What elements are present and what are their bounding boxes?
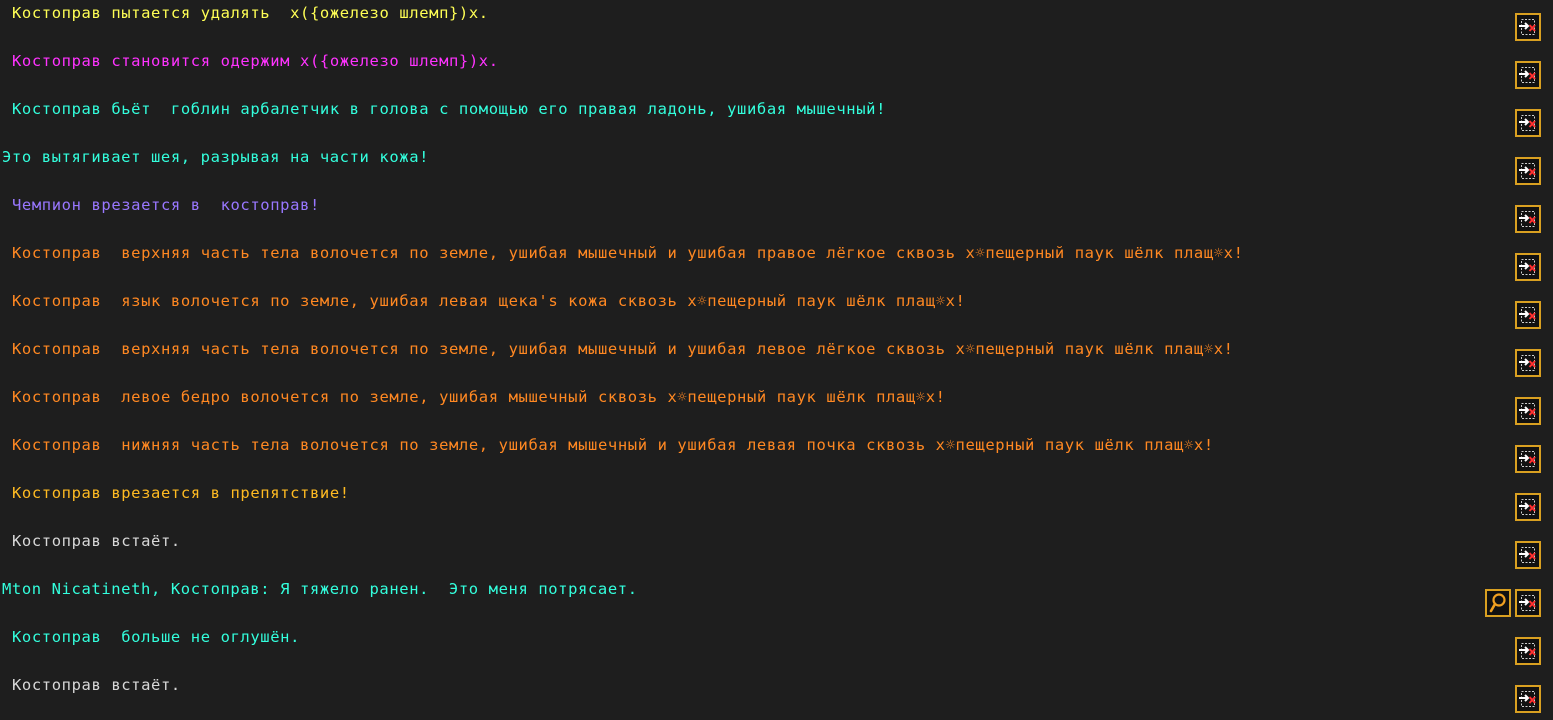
log-entry-text: Костоправ нижняя часть тела волочется по… bbox=[12, 436, 1214, 454]
log-entry: Костоправ больше не оглушён. bbox=[0, 624, 1553, 672]
log-entry: Костоправ встаёт. bbox=[0, 528, 1553, 576]
log-entry-text: Костоправ становится одержим x({ожелезо … bbox=[12, 52, 499, 70]
log-entry-text: Костоправ больше не оглушён. bbox=[12, 628, 301, 646]
log-entry: Костоправ левое бедро волочется по земле… bbox=[0, 384, 1553, 432]
delete-report-button[interactable] bbox=[1515, 157, 1541, 185]
delete-report-button[interactable] bbox=[1515, 253, 1541, 281]
delete-report-icon bbox=[1519, 211, 1536, 227]
delete-report-icon bbox=[1519, 547, 1536, 563]
log-entry-text: Костоправ левое бедро волочется по земле… bbox=[12, 388, 946, 406]
delete-report-icon bbox=[1519, 451, 1536, 467]
log-entry-text: Чемпион врезается в костоправ! bbox=[12, 196, 320, 214]
log-entry: Костоправ становится одержим x({ожелезо … bbox=[0, 48, 1553, 96]
delete-report-icon bbox=[1519, 67, 1536, 83]
log-entry-text: Костоправ встаёт. bbox=[12, 532, 181, 550]
delete-report-icon bbox=[1519, 595, 1536, 611]
delete-report-icon bbox=[1519, 691, 1536, 707]
log-entry: Костоправ пытается удалять x({ожелезо шл… bbox=[0, 0, 1553, 48]
log-entry-text: Костоправ бьёт гоблин арбалетчик в голов… bbox=[12, 100, 886, 118]
log-entry: Костоправ верхняя часть тела волочется п… bbox=[0, 336, 1553, 384]
magnifier-icon bbox=[1489, 593, 1506, 613]
log-entry: Костоправ язык волочется по земле, ушиба… bbox=[0, 288, 1553, 336]
delete-report-button[interactable] bbox=[1515, 589, 1541, 617]
log-entry: Костоправ врезается в препятствие! bbox=[0, 480, 1553, 528]
log-entry: Костоправ встаёт. bbox=[0, 672, 1553, 720]
delete-report-button[interactable] bbox=[1515, 397, 1541, 425]
delete-report-button[interactable] bbox=[1515, 205, 1541, 233]
delete-report-icon bbox=[1519, 115, 1536, 131]
delete-report-icon bbox=[1519, 19, 1536, 35]
log-entry-text: Костоправ пытается удалять x({ожелезо шл… bbox=[12, 4, 489, 22]
zoom-to-location-button[interactable] bbox=[1485, 589, 1511, 617]
delete-report-button[interactable] bbox=[1515, 637, 1541, 665]
delete-report-icon bbox=[1519, 307, 1536, 323]
delete-report-icon bbox=[1519, 163, 1536, 179]
delete-report-icon bbox=[1519, 259, 1536, 275]
log-entry: Костоправ нижняя часть тела волочется по… bbox=[0, 432, 1553, 480]
log-entry-text: Костоправ встаёт. bbox=[12, 676, 181, 694]
log-entry-text: Mton Nicatineth, Костоправ: Я тяжело ран… bbox=[2, 580, 638, 598]
delete-report-button[interactable] bbox=[1515, 685, 1541, 713]
delete-report-button[interactable] bbox=[1515, 61, 1541, 89]
delete-report-button[interactable] bbox=[1515, 349, 1541, 377]
announcement-log: Костоправ пытается удалять x({ожелезо шл… bbox=[0, 0, 1553, 720]
delete-report-button[interactable] bbox=[1515, 493, 1541, 521]
delete-report-button[interactable] bbox=[1515, 541, 1541, 569]
delete-report-icon bbox=[1519, 643, 1536, 659]
log-entry: Это вытягивает шея, разрывая на части ко… bbox=[0, 144, 1553, 192]
delete-report-button[interactable] bbox=[1515, 301, 1541, 329]
delete-report-button[interactable] bbox=[1515, 13, 1541, 41]
log-entry: Чемпион врезается в костоправ! bbox=[0, 192, 1553, 240]
log-entry-text: Костоправ врезается в препятствие! bbox=[12, 484, 350, 502]
delete-report-button[interactable] bbox=[1515, 109, 1541, 137]
log-entry-text: Костоправ верхняя часть тела волочется п… bbox=[12, 244, 1244, 262]
log-entry-text: Костоправ язык волочется по земле, ушиба… bbox=[12, 292, 966, 310]
delete-report-icon bbox=[1519, 499, 1536, 515]
delete-report-icon bbox=[1519, 403, 1536, 419]
delete-report-icon bbox=[1519, 355, 1536, 371]
log-entry: Костоправ верхняя часть тела волочется п… bbox=[0, 240, 1553, 288]
log-entry-text: Это вытягивает шея, разрывая на части ко… bbox=[2, 148, 430, 166]
log-entry-text: Костоправ верхняя часть тела волочется п… bbox=[12, 340, 1234, 358]
log-entry: Mton Nicatineth, Костоправ: Я тяжело ран… bbox=[0, 576, 1553, 624]
delete-report-button[interactable] bbox=[1515, 445, 1541, 473]
log-entry: Костоправ бьёт гоблин арбалетчик в голов… bbox=[0, 96, 1553, 144]
